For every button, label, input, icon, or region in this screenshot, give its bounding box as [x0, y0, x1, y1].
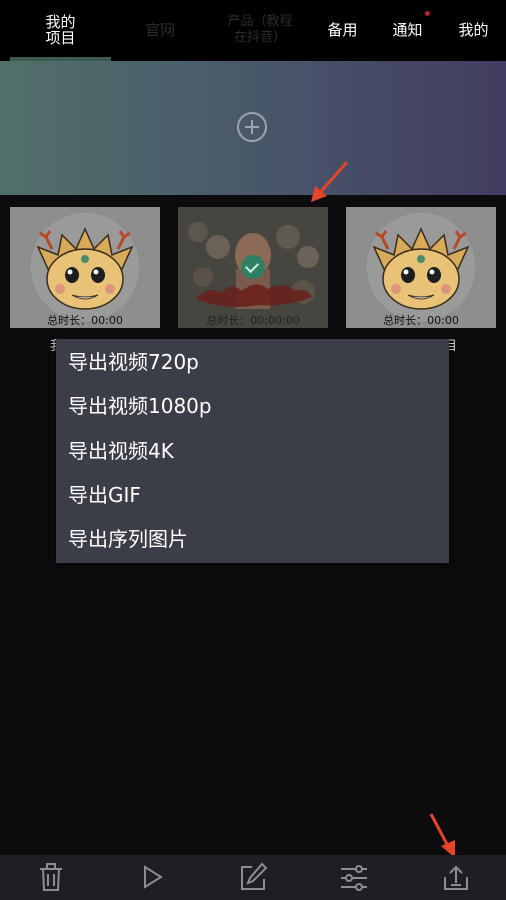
- tab-backup[interactable]: 备用: [315, 0, 370, 60]
- play-icon[interactable]: [138, 861, 168, 893]
- annotation-arrow-icon: [311, 161, 349, 202]
- export-menu: 导出视频720p 导出视频1080p 导出视频4K 导出GIF 导出序列图片: [56, 339, 449, 563]
- export-4k-item[interactable]: 导出视频4K: [68, 435, 174, 467]
- project-card[interactable]: 总时长：00:00: [10, 207, 160, 328]
- sliders-icon[interactable]: [339, 861, 369, 893]
- tab-official-site[interactable]: 官网: [120, 0, 200, 60]
- trash-icon[interactable]: [36, 861, 66, 893]
- top-tab-bar: 我的 项目 官网 产品（教程 在抖音） 备用 通知 我的: [0, 0, 506, 61]
- project-card[interactable]: 总时长：00:00:00: [178, 207, 328, 328]
- export-1080p-item[interactable]: 导出视频1080p: [68, 390, 212, 422]
- export-720p-item[interactable]: 导出视频720p: [68, 346, 199, 378]
- export-gif-item[interactable]: 导出GIF: [68, 479, 141, 511]
- export-icon[interactable]: [441, 861, 471, 893]
- export-image-sequence-item[interactable]: 导出序列图片: [68, 523, 188, 555]
- duration-label: 总时长：00:00:00: [206, 314, 300, 327]
- tab-mine[interactable]: 我的: [446, 0, 501, 60]
- edit-icon[interactable]: [238, 861, 268, 893]
- project-card[interactable]: 总时长：00:00: [346, 207, 496, 328]
- thumbnail-title-art: [196, 284, 312, 307]
- tab-my-projects[interactable]: 我的 项目: [10, 0, 111, 60]
- tab-products[interactable]: 产品（教程 在抖音）: [215, 0, 305, 60]
- dragon-mascot-icon: [365, 211, 477, 323]
- duration-label: 总时长：00:00: [383, 314, 459, 327]
- tab-notifications[interactable]: 通知: [380, 0, 435, 60]
- add-project-icon[interactable]: [237, 112, 267, 142]
- notification-dot: [425, 11, 430, 16]
- dragon-mascot-icon: [29, 211, 141, 323]
- duration-label: 总时长：00:00: [47, 314, 123, 327]
